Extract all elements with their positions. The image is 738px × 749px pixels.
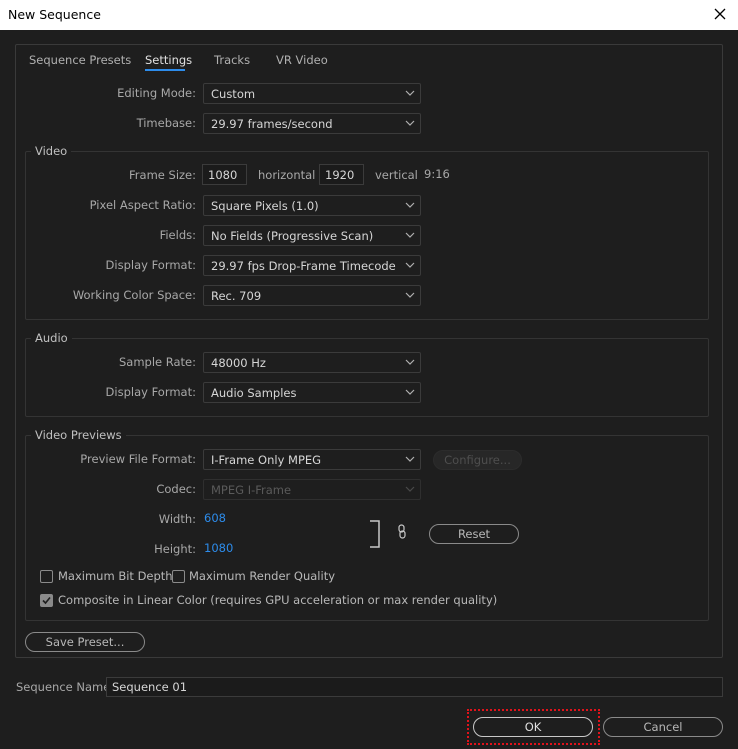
ok-button[interactable]: OK (473, 717, 593, 737)
chevron-down-icon (405, 456, 415, 462)
fields-value: No Fields (Progressive Scan) (211, 229, 374, 243)
chevron-down-icon (405, 486, 415, 492)
tab-tracks[interactable]: Tracks (214, 53, 250, 67)
working-color-space-dropdown[interactable]: Rec. 709 (203, 285, 421, 306)
preview-height-value[interactable]: 1080 (204, 541, 233, 555)
link-bracket-icon (369, 520, 381, 548)
frame-width-field[interactable]: 1080 (202, 164, 247, 185)
sequence-name-label: Sequence Name: (16, 680, 115, 694)
title-bar: New Sequence (0, 0, 738, 30)
chevron-down-icon (405, 232, 415, 238)
preview-width-label: Width: (158, 512, 196, 526)
preview-file-format-dropdown[interactable]: I-Frame Only MPEG (203, 449, 421, 470)
fields-dropdown[interactable]: No Fields (Progressive Scan) (203, 225, 421, 246)
chevron-down-icon (405, 90, 415, 96)
frame-height-field[interactable]: 1920 (319, 164, 364, 185)
window-title: New Sequence (8, 7, 101, 22)
tab-settings[interactable]: Settings (145, 53, 192, 67)
timebase-value: 29.97 frames/second (211, 117, 333, 131)
fields-label: Fields: (159, 228, 196, 242)
preview-height-label: Height: (154, 542, 196, 556)
pixel-aspect-ratio-value: Square Pixels (1.0) (211, 199, 319, 213)
codec-label: Codec: (156, 482, 196, 496)
sample-rate-value: 48000 Hz (211, 356, 266, 370)
pixel-aspect-ratio-dropdown[interactable]: Square Pixels (1.0) (203, 195, 421, 216)
audio-group (25, 338, 709, 417)
preview-width-value[interactable]: 608 (204, 511, 226, 525)
reset-button[interactable]: Reset (429, 524, 519, 544)
audio-display-format-dropdown[interactable]: Audio Samples (203, 382, 421, 403)
editing-mode-dropdown[interactable]: Custom (203, 83, 421, 104)
chain-link-icon[interactable] (397, 524, 407, 540)
close-icon[interactable] (710, 4, 730, 24)
checkmark-icon (42, 596, 51, 605)
aspect-ratio-readout: 9:16 (424, 167, 450, 181)
video-display-format-value: 29.97 fps Drop-Frame Timecode (211, 259, 396, 273)
sequence-name-field[interactable]: Sequence 01 (106, 677, 723, 697)
video-group-title: Video (31, 144, 72, 158)
pixel-aspect-ratio-label: Pixel Aspect Ratio: (89, 198, 196, 212)
chevron-down-icon (405, 389, 415, 395)
video-display-format-dropdown[interactable]: 29.97 fps Drop-Frame Timecode (203, 255, 421, 276)
codec-dropdown[interactable]: MPEG I-Frame (203, 479, 421, 500)
working-color-space-value: Rec. 709 (211, 289, 262, 303)
chevron-down-icon (405, 292, 415, 298)
audio-display-format-label: Display Format: (105, 385, 196, 399)
active-tab-indicator (145, 69, 185, 71)
tab-sequence-presets[interactable]: Sequence Presets (29, 53, 131, 67)
timebase-dropdown[interactable]: 29.97 frames/second (203, 113, 421, 134)
composite-linear-checkbox[interactable] (40, 594, 53, 607)
video-display-format-label: Display Format: (105, 258, 196, 272)
horizontal-label: horizontal (258, 168, 316, 182)
composite-linear-label: Composite in Linear Color (requires GPU … (58, 593, 498, 607)
editing-mode-value: Custom (211, 87, 256, 101)
timebase-label: Timebase: (136, 116, 196, 130)
working-color-space-label: Working Color Space: (72, 288, 196, 302)
max-render-quality-label: Maximum Render Quality (189, 569, 336, 583)
max-bit-depth-checkbox[interactable] (40, 570, 53, 583)
chevron-down-icon (405, 359, 415, 365)
max-render-quality-checkbox[interactable] (172, 570, 185, 583)
video-previews-group-title: Video Previews (31, 428, 126, 442)
preview-file-format-value: I-Frame Only MPEG (211, 453, 322, 467)
cancel-button[interactable]: Cancel (603, 717, 723, 737)
frame-size-label: Frame Size: (129, 168, 196, 182)
chevron-down-icon (405, 120, 415, 126)
save-preset-button[interactable]: Save Preset... (25, 632, 145, 652)
preview-file-format-label: Preview File Format: (80, 452, 196, 466)
sample-rate-label: Sample Rate: (118, 355, 196, 369)
tab-vr-video[interactable]: VR Video (276, 53, 328, 67)
editing-mode-label: Editing Mode: (117, 86, 196, 100)
chevron-down-icon (405, 202, 415, 208)
configure-button[interactable]: Configure... (433, 450, 522, 470)
max-bit-depth-label: Maximum Bit Depth (58, 569, 173, 583)
chevron-down-icon (405, 262, 415, 268)
audio-group-title: Audio (31, 331, 72, 345)
vertical-label: vertical (375, 168, 418, 182)
codec-value: MPEG I-Frame (211, 483, 292, 497)
audio-display-format-value: Audio Samples (211, 386, 297, 400)
sample-rate-dropdown[interactable]: 48000 Hz (203, 352, 421, 373)
